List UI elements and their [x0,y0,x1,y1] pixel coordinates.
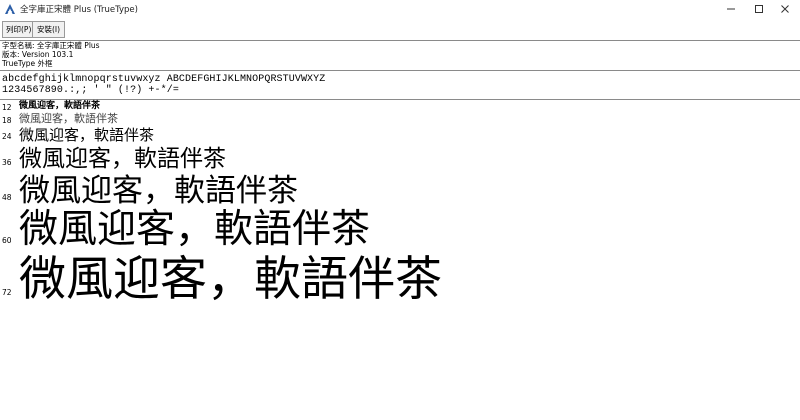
font-sample-12: 微風迎客，軟語伴茶 [19,101,101,111]
size-label: 12 [2,103,12,112]
size-label: 36 [2,158,12,167]
title-bar: 全字庫正宋體 Plus (TrueType) [0,0,800,18]
font-sample-48: 微風迎客，軟語伴茶 [19,173,298,209]
minimize-button[interactable] [718,0,744,18]
maximize-icon [755,5,763,13]
size-label: 24 [2,132,12,141]
size-label: 48 [2,193,12,202]
info-divider [0,70,800,71]
charset-digits: 1234567890.:,; ' " (!?) +-*/= [2,85,179,96]
window-title: 全字庫正宋體 Plus (TrueType) [20,5,138,15]
install-button[interactable]: 安裝(I) [32,21,65,38]
font-sample-18: 微風迎客，軟語伴茶 [19,112,118,125]
font-sample-24: 微風迎客，軟語伴茶 [19,126,155,144]
size-label: 18 [2,116,12,125]
close-icon [781,5,789,13]
font-sample-72: 微風迎客，軟語伴茶 [19,252,442,307]
toolbar: 列印(P) 安裝(I) [0,18,800,40]
toolbar-divider [0,40,800,41]
charset-letters: abcdefghijklmnopqrstuvwxyz ABCDEFGHIJKLM… [2,74,326,85]
maximize-button[interactable] [746,0,772,18]
charset-divider [0,99,800,100]
font-type-line: TrueType 外框 [2,59,53,68]
minimize-icon [727,8,735,10]
print-button[interactable]: 列印(P) [2,21,35,38]
font-sample-60: 微風迎客，軟語伴茶 [19,207,371,252]
close-button[interactable] [772,0,798,18]
font-app-icon [5,4,15,14]
size-label: 72 [2,288,12,297]
font-sample-36: 微風迎客，軟語伴茶 [19,146,226,172]
size-label: 60 [2,236,12,245]
